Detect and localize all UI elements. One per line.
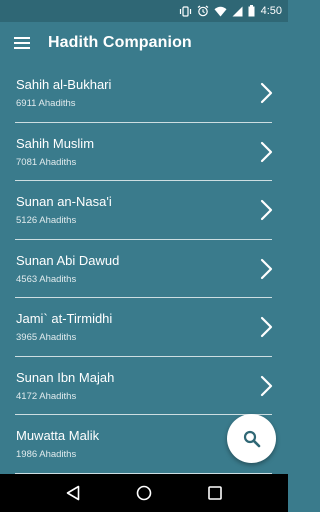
- collection-count: 3965 Ahadiths: [16, 332, 77, 343]
- collection-count: 7081 Ahadiths: [16, 156, 77, 168]
- collection-list: Sahih al-Bukhari 6911 Ahadiths Sahih Musli…: [0, 64, 288, 474]
- list-item[interactable]: Sahih Muslim 7081 Ahadiths: [0, 123, 288, 182]
- collection-count: 6911 Ahadiths: [16, 98, 76, 109]
- collection-title: Jami` at-Tirmidhi: [16, 311, 113, 326]
- collection-count: 4172 Ahadiths: [16, 390, 77, 402]
- menu-icon: [14, 37, 30, 49]
- collection-count: 5126 Ahadiths: [16, 215, 77, 226]
- home-icon: [136, 485, 152, 501]
- list-item[interactable]: Sahih al-Bukhari 6911 Ahadiths: [0, 64, 288, 123]
- collection-title: Sunan Ibn Majah: [16, 369, 115, 385]
- chevron-right-icon: [260, 258, 273, 279]
- collection-count: 4563 Ahadiths: [16, 273, 77, 285]
- collection-title: Sahih al-Bukhari: [16, 77, 112, 92]
- list-item[interactable]: Sunan Ibn Majah 4172 Ahadiths: [0, 357, 288, 416]
- app-title: Hadith Companion: [48, 34, 192, 51]
- collection-title: Sunan an-Nasa'i: [16, 194, 112, 209]
- recents-icon: [207, 486, 222, 500]
- chevron-right-icon: [260, 199, 273, 221]
- list-item[interactable]: Jami` at-Tirmidhi 3965 Ahadiths: [0, 298, 288, 357]
- collection-title: Sahih Muslim: [16, 135, 95, 151]
- chevron-right-icon: [260, 316, 273, 338]
- chevron-right-icon: [260, 375, 273, 396]
- search-icon: [243, 430, 260, 447]
- battery-icon: [248, 5, 255, 17]
- home-button[interactable]: [132, 481, 156, 505]
- chevron-right-icon: [260, 141, 273, 162]
- app-bar: Hadith Companion: [0, 22, 288, 64]
- list-item[interactable]: Sunan Abi Dawud 4563 Ahadiths: [0, 240, 288, 299]
- list-item[interactable]: Sunan an-Nasa'i 5126 Ahadiths: [0, 181, 288, 240]
- collection-title: Sunan Abi Dawud: [16, 252, 120, 268]
- navigation-bar: [0, 474, 288, 512]
- wifi-icon: [214, 6, 227, 16]
- back-icon: [67, 485, 80, 501]
- menu-button[interactable]: [0, 22, 44, 64]
- status-time: 4:50: [260, 5, 282, 17]
- back-button[interactable]: [61, 481, 85, 505]
- recents-button[interactable]: [203, 481, 227, 505]
- chevron-right-icon: [260, 82, 273, 104]
- search-fab[interactable]: [227, 414, 276, 463]
- alarm-icon: [197, 5, 208, 17]
- status-bar: 4:50: [0, 0, 288, 22]
- cell-signal-icon: [232, 6, 243, 16]
- vibrate-icon: [179, 5, 191, 17]
